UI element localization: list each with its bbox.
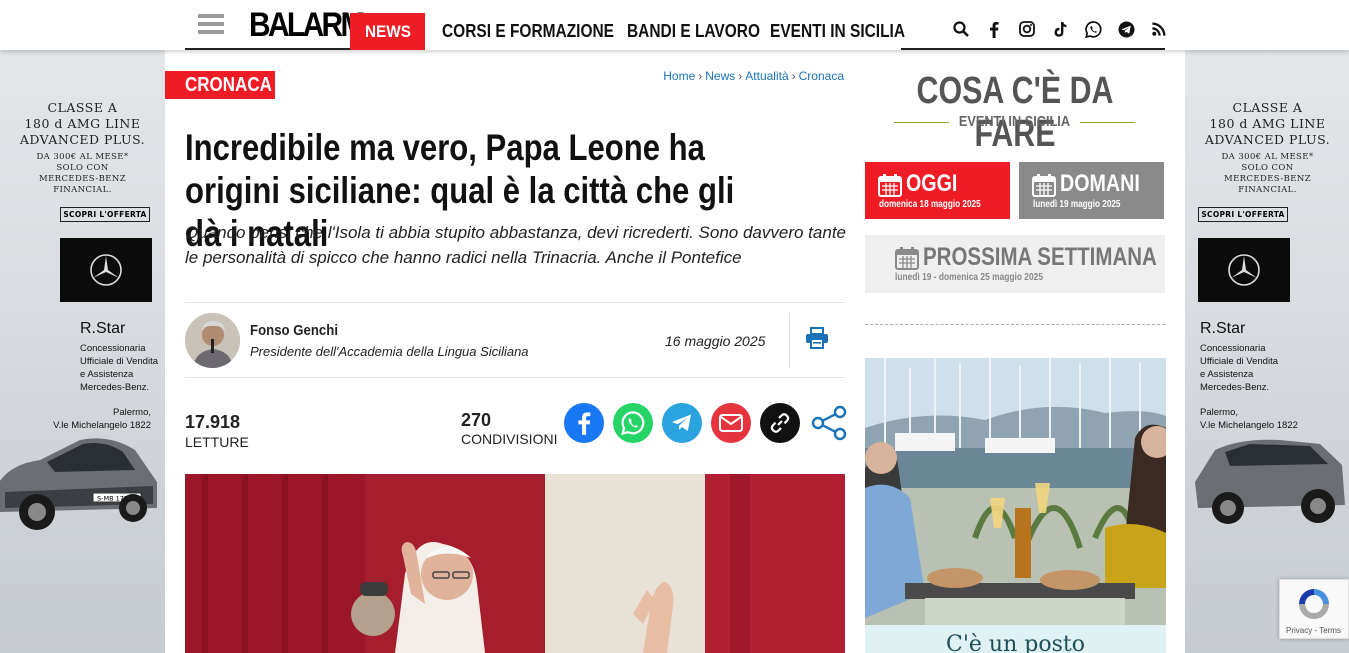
share-copy-link-button[interactable] [760, 403, 800, 443]
site-logo[interactable]: BALARM [249, 6, 365, 45]
next-week-range: lunedì 19 - domenica 25 maggio 2025 [895, 272, 1043, 283]
ad-headline: CLASSE A 180 d AMG LINE ADVANCED PLUS. [1204, 100, 1331, 147]
promo-caption: C'è un posto [865, 625, 1166, 653]
tiktok-icon[interactable] [1051, 20, 1069, 38]
events-tomorrow-button[interactable]: DOMANI lunedì 19 maggio 2025 [1019, 162, 1164, 219]
reads-label: LETTURE [185, 434, 249, 450]
rss-icon[interactable] [1150, 20, 1168, 38]
ad-dealer-desc: Concessionaria Ufficiale di Vendita e As… [80, 343, 158, 393]
author-role: Presidente dell'Accademia della Lingua S… [250, 344, 529, 359]
skin-ad-left[interactable]: CLASSE A 180 d AMG LINE ADVANCED PLUS. D… [0, 50, 165, 653]
nav-news[interactable]: NEWS [350, 13, 425, 50]
print-icon[interactable] [805, 327, 829, 354]
telegram-icon [672, 414, 691, 431]
menu-icon[interactable] [198, 14, 224, 36]
skin-ad-right[interactable]: CLASSE A 180 d AMG LINE ADVANCED PLUS. D… [1185, 50, 1349, 653]
nav-corsi-formazione[interactable]: CORSI E FORMAZIONE [442, 13, 614, 50]
ad-price-text: DA 300€ AL MESE* SOLO CON MERCEDES-BENZ … [36, 152, 129, 195]
social-links [952, 20, 1183, 38]
ad-dealer-name: R.Star [80, 320, 126, 337]
today-date: domenica 18 maggio 2025 [879, 199, 981, 210]
instagram-icon[interactable] [1018, 20, 1036, 38]
mercedes-logo [1198, 238, 1290, 302]
whatsapp-icon[interactable] [1084, 20, 1102, 38]
page-content: CRONACA Home › News › Attualità › Cronaca Incr… [165, 50, 1185, 653]
telegram-icon[interactable] [1117, 20, 1135, 38]
site-header: BALARM NEWS CORSI E FORMAZIONE BANDI E L… [0, 0, 1349, 50]
header-divider [901, 48, 1165, 50]
reads-count: 17.918 [185, 412, 241, 432]
ad-headline: CLASSE A 180 d AMG LINE ADVANCED PLUS. [19, 100, 146, 147]
avatar[interactable] [185, 313, 240, 368]
calendar-icon [1032, 174, 1056, 197]
link-icon [770, 413, 790, 433]
mercedes-logo [60, 238, 152, 302]
ad-cta-button[interactable]: SCOPRI L'OFFERTA [1198, 207, 1288, 222]
article-subtitle: Quando pensi che l'Isola ti abbia stupit… [185, 223, 846, 267]
today-label: OGGI [906, 170, 958, 197]
car-image [1195, 439, 1345, 524]
ad-cta-button[interactable]: SCOPRI L'OFFERTA [60, 207, 150, 222]
next-week-label: PROSSIMA SETTIMANA [923, 243, 1157, 271]
calendar-icon [895, 247, 919, 270]
author-row: Fonso Genchi Presidente dell'Accademia d… [185, 302, 845, 378]
author-name[interactable]: Fonso Genchi [250, 322, 338, 339]
nav-bandi-lavoro[interactable]: BANDI E LAVORO [627, 13, 760, 50]
breadcrumb: Home › News › Attualità › Cronaca [663, 69, 844, 83]
events-today-button[interactable]: OGGI domenica 18 maggio 2025 [865, 162, 1010, 219]
share-whatsapp-button[interactable] [613, 403, 653, 443]
calendar-icon [878, 174, 902, 197]
divider [865, 324, 1165, 325]
divider [789, 313, 790, 368]
facebook-icon [578, 412, 591, 435]
share-facebook-button[interactable] [564, 403, 604, 443]
breadcrumb-home[interactable]: Home [663, 69, 695, 83]
ad-dealer-name: R.Star [1200, 320, 1246, 337]
header-divider [185, 48, 350, 50]
shares-label: CONDIVISIONI [461, 431, 558, 447]
breadcrumb-cronaca[interactable]: Cronaca [799, 69, 844, 83]
recaptcha-terms[interactable]: Privacy - Terms [1286, 626, 1341, 635]
facebook-icon[interactable] [985, 20, 1003, 38]
article-hero-image [185, 474, 845, 653]
mail-icon [719, 414, 743, 432]
car-image: S-MB 1773 [0, 438, 157, 530]
tomorrow-date: lunedì 19 maggio 2025 [1033, 199, 1121, 210]
events-next-week-button[interactable]: PROSSIMA SETTIMANA lunedì 19 - domenica … [865, 235, 1165, 293]
category-badge[interactable]: CRONACA [165, 71, 275, 99]
recaptcha-badge[interactable]: Privacy - Terms [1279, 579, 1349, 639]
whatsapp-icon [621, 411, 645, 435]
publish-date: 16 maggio 2025 [665, 333, 766, 349]
ad-dealer-desc: Concessionaria Ufficiale di Vendita e As… [1200, 343, 1278, 393]
ad-price-text: DA 300€ AL MESE* SOLO CON MERCEDES-BENZ … [1221, 152, 1314, 195]
share-more-icon[interactable] [809, 403, 849, 443]
events-subtitle: EVENTI IN SICILIA [894, 113, 1135, 130]
breadcrumb-attualita[interactable]: Attualità [745, 69, 788, 83]
shares-count: 270 [461, 410, 492, 430]
breadcrumb-news[interactable]: News [705, 69, 735, 83]
share-telegram-button[interactable] [662, 403, 702, 443]
share-email-button[interactable] [711, 403, 751, 443]
nav-eventi-sicilia[interactable]: EVENTI IN SICILIA [770, 13, 905, 50]
main-nav: NEWS CORSI E FORMAZIONE BANDI E LAVORO E… [350, 13, 920, 50]
search-icon[interactable] [952, 20, 970, 38]
share-bar [564, 403, 849, 443]
promo-banner[interactable]: C'è un posto [865, 358, 1166, 653]
recaptcha-icon [1299, 589, 1329, 619]
tomorrow-label: DOMANI [1060, 170, 1140, 197]
